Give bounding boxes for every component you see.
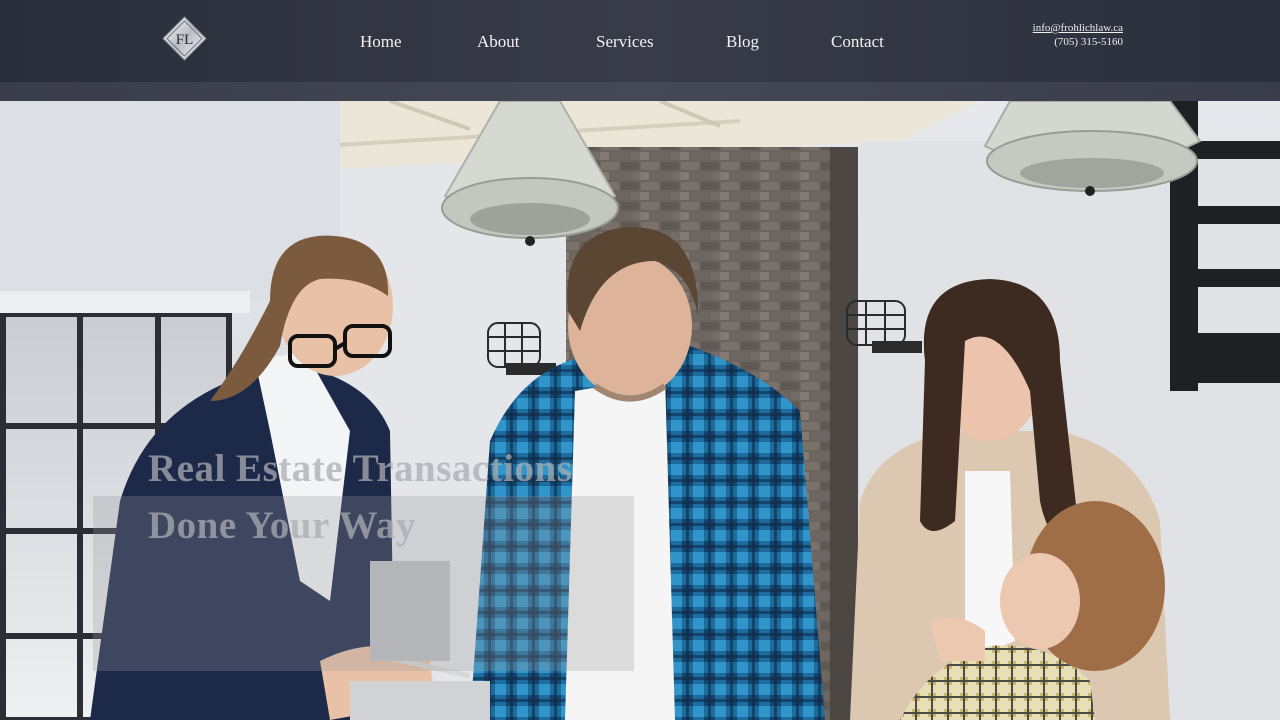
nav-about[interactable]: About <box>477 32 520 52</box>
site-header: FL Home About Services Blog Contact info… <box>0 0 1280 82</box>
nav-blog[interactable]: Blog <box>726 32 759 52</box>
header-band <box>0 82 1280 101</box>
nav-services[interactable]: Services <box>596 32 654 52</box>
phone-number: (705) 315-5160 <box>1054 36 1123 48</box>
hero-title-line1: Real Estate Transactions <box>148 447 573 490</box>
contact-info: info@frohlichlaw.ca (705) 315-5160 <box>1033 21 1123 49</box>
hero-title: Real Estate Transactions Done Your Way <box>148 440 628 554</box>
hero-section <box>0 101 1280 720</box>
nav-contact[interactable]: Contact <box>831 32 884 52</box>
nav-home[interactable]: Home <box>360 32 402 52</box>
hero-title-line2: Done Your Way <box>148 504 416 547</box>
email-link[interactable]: info@frohlichlaw.ca <box>1033 21 1123 35</box>
